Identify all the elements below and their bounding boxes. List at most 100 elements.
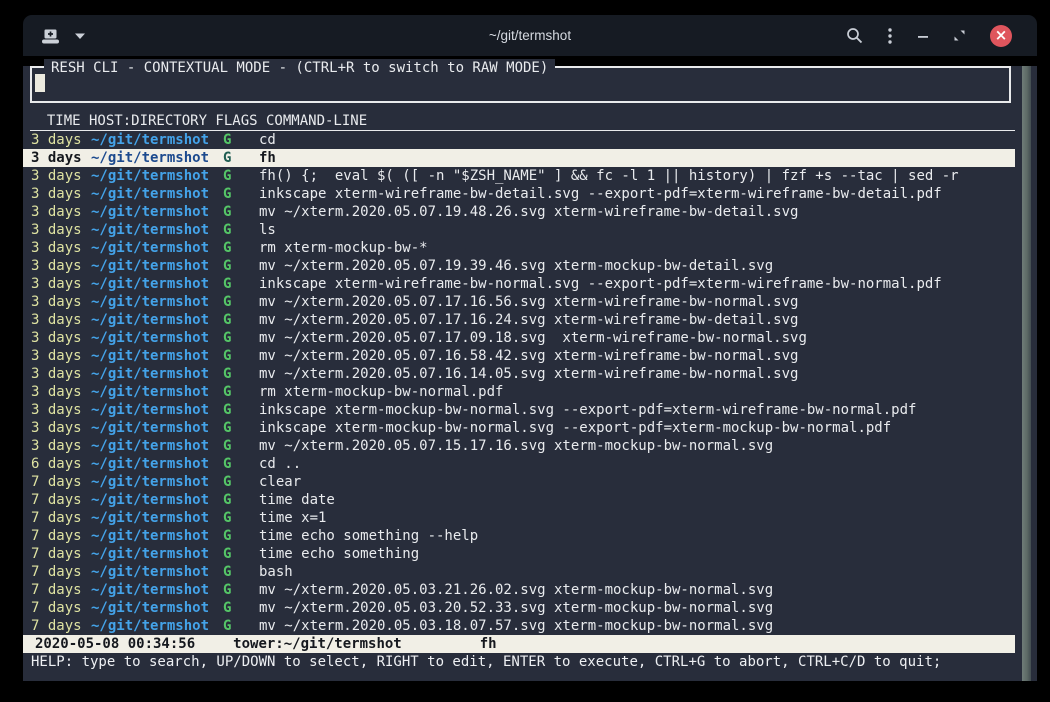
row-host: ~/git/termshot bbox=[91, 329, 209, 347]
row-host: ~/git/termshot bbox=[91, 617, 209, 635]
resh-search-box[interactable]: RESH CLI - CONTEXTUAL MODE - (CTRL+R to … bbox=[30, 66, 1011, 103]
minimize-icon bbox=[917, 30, 929, 42]
row-flag: G bbox=[223, 203, 233, 221]
row-cmd: fh bbox=[259, 149, 1015, 167]
row-cmd: inkscape xterm-mockup-bw-normal.svg --ex… bbox=[259, 401, 1015, 419]
row-time: 3 days bbox=[31, 257, 83, 275]
row-flag: G bbox=[223, 617, 233, 635]
row-flag: G bbox=[223, 527, 233, 545]
history-row[interactable]: 6 days~/git/termshotGcd .. bbox=[23, 455, 1015, 473]
history-row[interactable]: 7 days~/git/termshotGtime date bbox=[23, 491, 1015, 509]
history-row[interactable]: 7 days~/git/termshotGmv ~/xterm.2020.05.… bbox=[23, 617, 1015, 635]
row-time: 3 days bbox=[31, 239, 83, 257]
row-time: 3 days bbox=[31, 293, 83, 311]
row-cmd: clear bbox=[259, 473, 1015, 491]
kebab-menu-icon bbox=[887, 27, 893, 45]
row-cmd: mv ~/xterm.2020.05.07.19.39.46.svg xterm… bbox=[259, 257, 1015, 275]
history-row[interactable]: 7 days~/git/termshotGtime echo something… bbox=[23, 527, 1015, 545]
history-row[interactable]: 3 days~/git/termshotGfh() {; eval $( ([ … bbox=[23, 167, 1015, 185]
row-time: 3 days bbox=[31, 365, 83, 383]
row-host: ~/git/termshot bbox=[91, 347, 209, 365]
row-cmd: mv ~/xterm.2020.05.07.15.17.16.svg xterm… bbox=[259, 437, 1015, 455]
history-row[interactable]: 7 days~/git/termshotGclear bbox=[23, 473, 1015, 491]
search-button[interactable] bbox=[846, 27, 863, 44]
status-command: fh bbox=[480, 635, 497, 653]
history-row[interactable]: 3 days~/git/termshotGinkscape xterm-wire… bbox=[23, 185, 1015, 203]
row-time: 7 days bbox=[31, 545, 83, 563]
history-row[interactable]: 3 days~/git/termshotGinkscape xterm-wire… bbox=[23, 275, 1015, 293]
history-row[interactable]: 3 days ~/git/termshot Gmv ~/xterm.2020.05.… bbox=[23, 365, 1015, 383]
minimize-button[interactable] bbox=[917, 30, 929, 42]
history-row[interactable]: 7 days~/git/termshotGbash bbox=[23, 563, 1015, 581]
row-flag: G bbox=[223, 563, 233, 581]
row-cmd: ls bbox=[259, 221, 1015, 239]
row-cmd: mv ~/xterm.2020.05.07.16.14.05.svg xterm… bbox=[259, 365, 1015, 383]
row-host: ~/git/termshot bbox=[91, 455, 209, 473]
scrollbar[interactable] bbox=[1022, 66, 1031, 681]
row-cmd: mv ~/xterm.2020.05.07.17.16.56.svg xterm… bbox=[259, 293, 1015, 311]
new-tab-icon bbox=[41, 28, 60, 44]
history-row[interactable]: 7 days~/git/termshotGmv ~/xterm.2020.05.… bbox=[23, 581, 1015, 599]
history-row-selected[interactable]: 3 days~/git/termshotGfh bbox=[23, 149, 1015, 167]
row-flag: G bbox=[223, 401, 233, 419]
row-cmd: mv ~/xterm.2020.05.03.20.52.33.svg xterm… bbox=[259, 599, 1015, 617]
row-flag: G bbox=[223, 365, 233, 383]
history-row[interactable]: 3 days~/git/termshotGmv ~/xterm.2020.05.… bbox=[23, 311, 1015, 329]
row-time: 3 days bbox=[31, 311, 83, 329]
history-row[interactable]: 3 days~/git/termshotGmv ~/xterm.2020.05.… bbox=[23, 347, 1015, 365]
row-time: 3 days bbox=[31, 347, 83, 365]
row-cmd: time echo something bbox=[259, 545, 1015, 563]
row-host: ~/git/termshot bbox=[91, 437, 209, 455]
history-row[interactable]: 3 days~/git/termshotGmv ~/xterm.2020.05.… bbox=[23, 203, 1015, 221]
row-host: ~/git/termshot bbox=[91, 293, 209, 311]
row-host: ~/git/termshot bbox=[91, 275, 209, 293]
history-list: 3 days~/git/termshotGcd3 days~/git/terms… bbox=[23, 131, 1015, 635]
history-row[interactable]: 3 days~/git/termshotGmv ~/xterm.2020.05.… bbox=[23, 329, 1015, 347]
titlebar[interactable]: ~/git/termshot bbox=[23, 15, 1037, 56]
row-flag: G bbox=[223, 455, 233, 473]
close-button[interactable]: × bbox=[990, 25, 1012, 47]
terminal-window: ~/git/termshot bbox=[23, 15, 1037, 671]
history-row[interactable]: 7 days~/git/termshotGmv ~/xterm.2020.05.… bbox=[23, 599, 1015, 617]
history-row[interactable]: 3 days ~/git/termshot Gmv ~/xterm.2020.05.… bbox=[23, 257, 1015, 275]
row-time: 3 days bbox=[31, 167, 83, 185]
row-host: ~/git/termshot bbox=[91, 473, 209, 491]
menu-button[interactable] bbox=[887, 27, 893, 45]
resh-box-title: RESH CLI - CONTEXTUAL MODE - (CTRL+R to … bbox=[44, 59, 555, 77]
row-host: ~/git/termshot bbox=[91, 419, 209, 437]
status-bar: 2020-05-08 00:34:56 tower:~/git/termshot… bbox=[23, 635, 1015, 653]
history-row[interactable]: 3 days~/git/termshotGinkscape xterm-mock… bbox=[23, 419, 1015, 437]
row-host: ~/git/termshot bbox=[91, 509, 209, 527]
tab-dropdown-button[interactable] bbox=[74, 32, 86, 40]
history-row[interactable]: 3 days~/git/termshotGmv ~/xterm.2020.05.… bbox=[23, 437, 1015, 455]
close-icon: × bbox=[995, 28, 1008, 43]
restore-button[interactable] bbox=[953, 29, 966, 42]
row-host: ~/git/termshot bbox=[91, 257, 209, 275]
row-host: ~/git/termshot bbox=[91, 239, 209, 257]
row-flag: G bbox=[223, 257, 233, 275]
row-host: ~/git/termshot bbox=[91, 365, 209, 383]
new-tab-button[interactable] bbox=[41, 28, 60, 44]
history-row[interactable]: 3 days~/git/termshotGcd bbox=[23, 131, 1015, 149]
row-time: 7 days bbox=[31, 581, 83, 599]
row-time: 3 days bbox=[31, 203, 83, 221]
row-host: ~/git/termshot bbox=[91, 581, 209, 599]
row-cmd: mv ~/xterm.2020.05.07.17.09.18.svg xterm… bbox=[259, 329, 1015, 347]
row-flag: G bbox=[223, 221, 233, 239]
row-time: 7 days bbox=[31, 599, 83, 617]
history-row[interactable]: 3 days~/git/termshotGrm xterm-mockup-bw-… bbox=[23, 383, 1015, 401]
history-row[interactable]: 3 days~/git/termshotGrm xterm-mockup-bw-… bbox=[23, 239, 1015, 257]
row-flag: G bbox=[223, 419, 233, 437]
history-row[interactable]: 3 days~/git/termshotGinkscape xterm-mock… bbox=[23, 401, 1015, 419]
row-host: ~/git/termshot bbox=[91, 563, 209, 581]
row-flag: G bbox=[223, 473, 233, 491]
row-time: 3 days bbox=[31, 401, 83, 419]
history-row[interactable]: 7 days~/git/termshotGtime echo something bbox=[23, 545, 1015, 563]
history-row[interactable]: 7 days~/git/termshotGtime x=1 bbox=[23, 509, 1015, 527]
row-time: 3 days bbox=[31, 149, 83, 167]
row-flag: G bbox=[223, 491, 233, 509]
row-host: ~/git/termshot bbox=[91, 221, 209, 239]
history-row[interactable]: 3 days~/git/termshotGls bbox=[23, 221, 1015, 239]
history-row[interactable]: 3 days~/git/termshotGmv ~/xterm.2020.05.… bbox=[23, 293, 1015, 311]
terminal-screen[interactable]: RESH CLI - CONTEXTUAL MODE - (CTRL+R to … bbox=[23, 66, 1037, 681]
